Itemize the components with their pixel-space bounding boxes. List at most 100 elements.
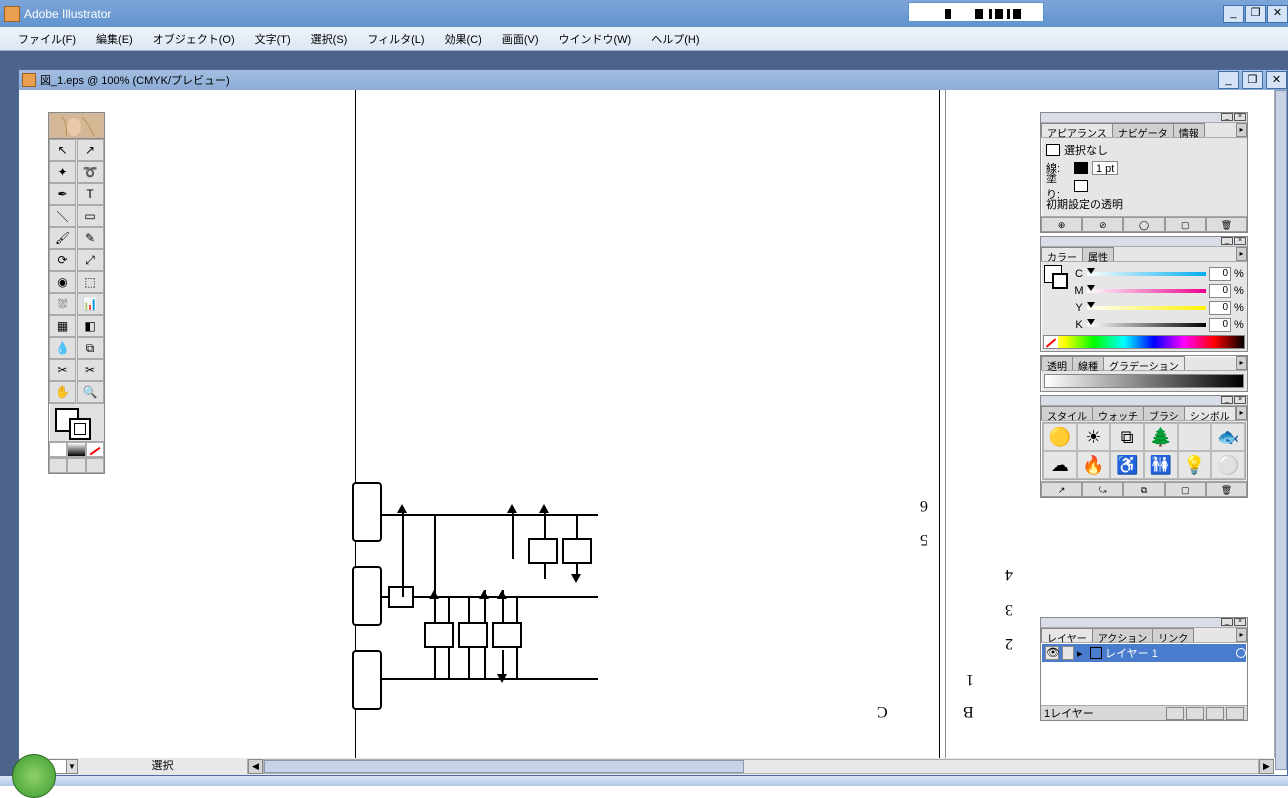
make-clipping-button[interactable]: [1166, 707, 1184, 720]
symbol-place-button[interactable]: ↗: [1041, 482, 1082, 497]
menu-file[interactable]: ファイル(F): [8, 28, 86, 50]
rotate-tool[interactable]: ⟳: [49, 249, 76, 271]
color-fill-stroke-proxy[interactable]: [1044, 265, 1070, 291]
layer-row[interactable]: 👁 ▸ レイヤー 1: [1042, 644, 1246, 662]
visibility-toggle-icon[interactable]: 👁: [1045, 646, 1059, 660]
symbol-item[interactable]: ☁: [1043, 451, 1077, 479]
symbol-item[interactable]: 🚻: [1144, 451, 1178, 479]
scroll-left-button[interactable]: ◀: [248, 759, 263, 774]
direct-selection-tool[interactable]: ↗: [77, 139, 104, 161]
color-mode-button[interactable]: [49, 442, 67, 457]
free-transform-tool[interactable]: ⬚: [77, 271, 104, 293]
appearance-delete-button[interactable]: 🗑: [1206, 217, 1247, 232]
vertical-scrollbar[interactable]: [1274, 90, 1287, 758]
tab-transparency[interactable]: 透明: [1041, 356, 1073, 370]
symbol-item[interactable]: 💡: [1178, 451, 1212, 479]
tab-color[interactable]: カラー: [1041, 247, 1083, 261]
appearance-clear-button[interactable]: ◯: [1123, 217, 1164, 232]
panel-collapse-button[interactable]: _: [1221, 237, 1233, 245]
close-button[interactable]: ✕: [1267, 5, 1288, 23]
gradient-mode-button[interactable]: [67, 442, 85, 457]
tab-gradient[interactable]: グラデーション: [1103, 356, 1185, 370]
cmyk-k-value[interactable]: 0: [1209, 318, 1231, 332]
delete-layer-button[interactable]: [1226, 707, 1244, 720]
doc-maximize-button[interactable]: ❐: [1242, 71, 1263, 89]
hand-tool[interactable]: ✋: [49, 381, 76, 403]
blend-tool[interactable]: ⧉: [77, 337, 104, 359]
menu-filter[interactable]: フィルタ(L): [357, 28, 434, 50]
panel-collapse-button[interactable]: _: [1221, 618, 1233, 626]
zoom-tool[interactable]: 🔍: [77, 381, 104, 403]
type-tool[interactable]: T: [77, 183, 104, 205]
tab-stroke[interactable]: 線種: [1072, 356, 1104, 370]
tab-styles[interactable]: スタイル: [1041, 406, 1093, 420]
scissors-tool[interactable]: ✂: [77, 359, 104, 381]
appearance-new-button[interactable]: ⊕: [1041, 217, 1082, 232]
stroke-swatch[interactable]: [69, 418, 91, 440]
color-spectrum[interactable]: [1043, 335, 1245, 349]
symbol-item[interactable]: ⚪: [1211, 451, 1245, 479]
cmyk-y-slider[interactable]: [1087, 304, 1206, 312]
panel-menu-button[interactable]: ▸: [1236, 123, 1247, 137]
panel-menu-button[interactable]: ▸: [1236, 628, 1247, 642]
menu-effect[interactable]: 効果(C): [435, 28, 492, 50]
symbol-item[interactable]: ♿: [1110, 451, 1144, 479]
screen-mode-3[interactable]: [86, 458, 104, 473]
slice-tool[interactable]: ✂: [49, 359, 76, 381]
symbol-sprayer-tool[interactable]: ⛆: [49, 293, 76, 315]
lock-placeholder[interactable]: [1062, 646, 1074, 660]
rectangle-tool[interactable]: ▭: [77, 205, 104, 227]
warp-tool[interactable]: ◉: [49, 271, 76, 293]
symbol-opts-button[interactable]: ⧉: [1123, 482, 1164, 497]
mesh-tool[interactable]: ▦: [49, 315, 76, 337]
scroll-right-button[interactable]: ▶: [1259, 759, 1274, 774]
fill-color-swatch[interactable]: [1074, 180, 1088, 192]
symbol-item[interactable]: 🌲: [1144, 423, 1178, 451]
panel-menu-button[interactable]: ▸: [1236, 406, 1247, 420]
symbol-item[interactable]: 🟡: [1043, 423, 1077, 451]
tab-symbols[interactable]: シンボル: [1184, 406, 1236, 420]
panel-close-button[interactable]: ×: [1234, 618, 1246, 626]
menu-view[interactable]: 画面(V): [492, 28, 549, 50]
panel-collapse-button[interactable]: _: [1221, 396, 1233, 404]
target-icon[interactable]: [1236, 648, 1246, 658]
screen-mode-2[interactable]: [67, 458, 85, 473]
menu-type[interactable]: 文字(T): [245, 28, 301, 50]
none-color-icon[interactable]: [1044, 336, 1058, 348]
none-mode-button[interactable]: [86, 442, 104, 457]
panel-menu-button[interactable]: ▸: [1236, 247, 1247, 261]
tab-swatches[interactable]: ウォッチ: [1092, 406, 1144, 420]
symbol-delete-button[interactable]: 🗑: [1206, 482, 1247, 497]
doc-close-button[interactable]: ✕: [1266, 71, 1287, 89]
stroke-color-swatch[interactable]: [1074, 162, 1088, 174]
gradient-preview[interactable]: [1044, 374, 1244, 388]
graph-tool[interactable]: 📊: [77, 293, 104, 315]
pen-tool[interactable]: ✒: [49, 183, 76, 205]
eyedropper-tool[interactable]: 💧: [49, 337, 76, 359]
menu-object[interactable]: オブジェクト(O): [143, 28, 245, 50]
menu-select[interactable]: 選択(S): [301, 28, 358, 50]
menu-help[interactable]: ヘルプ(H): [641, 28, 709, 50]
pencil-tool[interactable]: ✎: [77, 227, 104, 249]
tab-attributes[interactable]: 属性: [1082, 247, 1114, 261]
line-tool[interactable]: ＼: [49, 205, 76, 227]
screen-mode-1[interactable]: [49, 458, 67, 473]
gradient-tool[interactable]: ◧: [77, 315, 104, 337]
new-layer-button[interactable]: [1206, 707, 1224, 720]
start-button[interactable]: [12, 754, 56, 798]
panel-close-button[interactable]: ×: [1234, 237, 1246, 245]
symbol-item[interactable]: 🐟: [1211, 423, 1245, 451]
tab-info[interactable]: 情報: [1173, 123, 1205, 137]
cmyk-k-slider[interactable]: [1087, 321, 1206, 329]
layer-name[interactable]: レイヤー 1: [1105, 645, 1158, 661]
magic-wand-tool[interactable]: ✦: [49, 161, 76, 183]
lasso-tool[interactable]: ➰: [77, 161, 104, 183]
doc-minimize-button[interactable]: _: [1218, 71, 1239, 89]
symbol-item[interactable]: 🔥: [1077, 451, 1111, 479]
symbol-new-button[interactable]: ▢: [1165, 482, 1206, 497]
selection-tool[interactable]: ↖: [49, 139, 76, 161]
maximize-button[interactable]: ❐: [1245, 5, 1266, 23]
cmyk-c-slider[interactable]: [1087, 270, 1206, 278]
cmyk-m-value[interactable]: 0: [1209, 284, 1231, 298]
tab-links[interactable]: リンク: [1152, 628, 1194, 642]
